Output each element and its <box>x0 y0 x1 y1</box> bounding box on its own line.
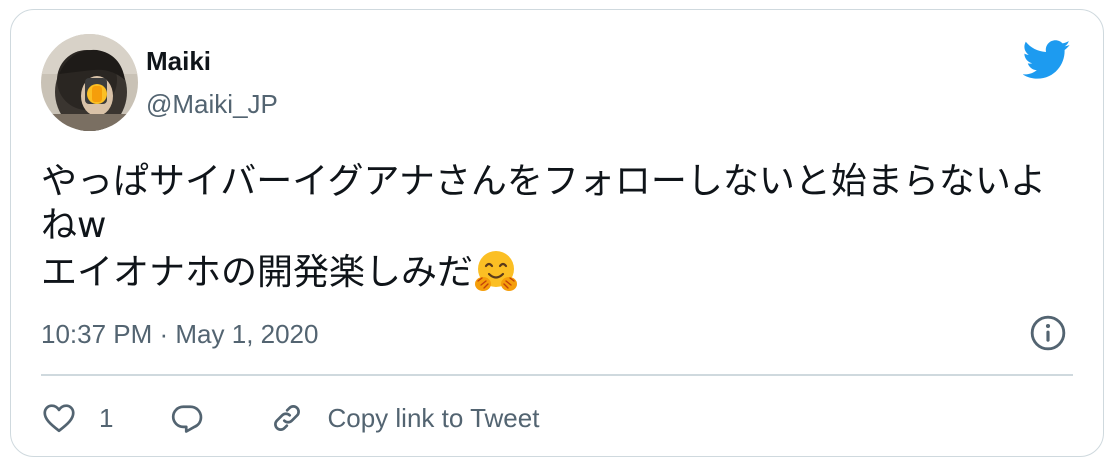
reply-button[interactable] <box>169 400 205 436</box>
author-name[interactable]: Maiki <box>146 45 211 77</box>
twitter-bird-icon[interactable] <box>1022 40 1071 80</box>
divider <box>41 374 1073 376</box>
heart-icon <box>43 404 75 433</box>
author-handle[interactable]: @Maiki_JP <box>146 88 278 120</box>
tweet-body: やっぱサイバーイグアナさんをフォローしないと始まらないよねw エイオナホの開発楽… <box>41 161 1047 293</box>
reply-icon <box>172 405 203 433</box>
tweet-text: やっぱサイバーイグアナさんをフォローしないと始まらないよねw エイオナホの開発楽… <box>41 160 1081 295</box>
action-bar: 1 Copy link to Tweet <box>41 390 539 446</box>
tweet-card[interactable]: Maiki @Maiki_JP やっぱサイバーイグアナさんをフォローしないと始ま… <box>10 9 1104 457</box>
hugging-face-emoji-icon <box>473 248 519 294</box>
like-count: 1 <box>99 402 114 433</box>
info-icon[interactable] <box>1029 314 1067 352</box>
copy-link-button[interactable]: Copy link to Tweet <box>269 400 539 436</box>
avatar[interactable] <box>41 34 138 131</box>
link-icon <box>274 405 301 431</box>
copy-link-label: Copy link to Tweet <box>327 402 540 433</box>
tweet-timestamp[interactable]: 10:37 PM · May 1, 2020 <box>41 316 318 352</box>
like-button[interactable]: 1 <box>41 400 113 436</box>
